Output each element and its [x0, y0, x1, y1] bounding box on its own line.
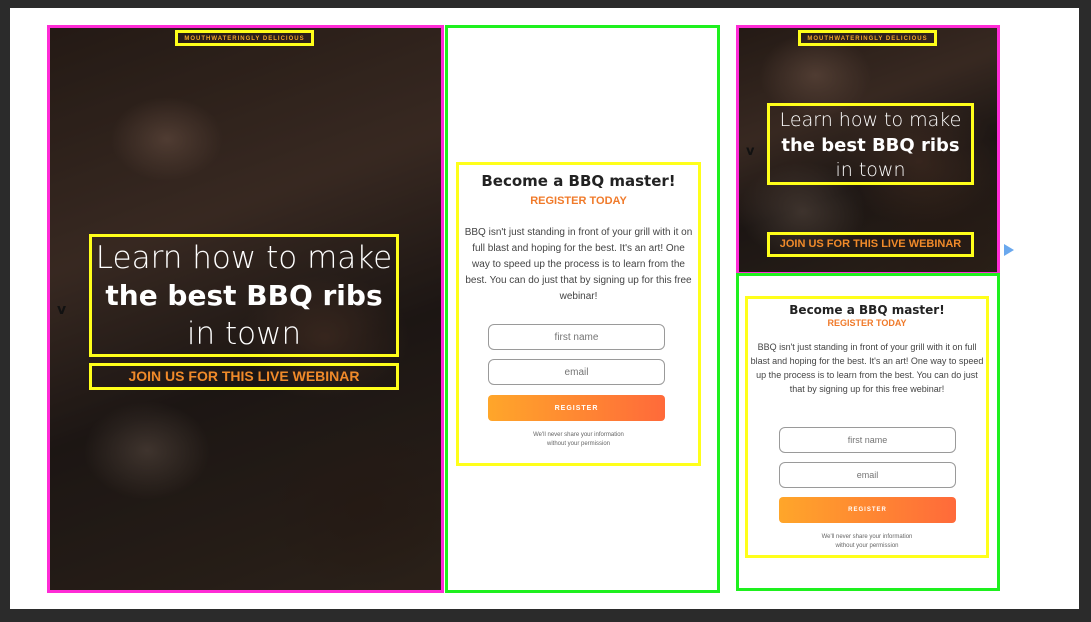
form-mobile-card[interactable]: Become a BBQ master! REGISTER TODAY BBQ … — [745, 296, 989, 558]
privacy-note-mobile-line2: without your permission — [835, 543, 899, 549]
hero-mobile-headline-line2: the best BBQ ribs — [781, 135, 960, 156]
form-mobile-title: Become a BBQ master! — [789, 303, 945, 317]
email-input-mobile[interactable] — [779, 462, 956, 488]
email-input[interactable] — [488, 359, 665, 385]
hero-mobile-cta-text: JOIN US FOR THIS LIVE WEBINAR — [779, 238, 962, 250]
hero-mobile-headline-line1: Learn how to make — [779, 109, 962, 131]
form-desktop-card[interactable]: Become a BBQ master! REGISTER TODAY BBQ … — [456, 162, 701, 466]
hero-eyebrow-text: MOUTHWATERINGLY DELICIOUS — [184, 36, 305, 42]
privacy-note-mobile-line1: We'll never share your information — [821, 534, 913, 540]
hero-mobile-cta[interactable]: JOIN US FOR THIS LIVE WEBINAR — [767, 232, 974, 257]
cursor-arrow-icon — [1004, 244, 1014, 256]
privacy-note-line2: without your permission — [546, 441, 611, 447]
register-button-mobile[interactable]: REGISTER — [779, 497, 956, 523]
resize-handle-right[interactable]: v — [746, 144, 754, 159]
hero-mobile-eyebrow[interactable]: MOUTHWATERINGLY DELICIOUS — [798, 30, 937, 46]
hero-eyebrow[interactable]: MOUTHWATERINGLY DELICIOUS — [175, 30, 314, 46]
form-body-text: BBQ isn't just standing in front of your… — [464, 227, 693, 302]
privacy-note-line1: We'll never share your information — [533, 432, 624, 438]
form-mobile-body-text: BBQ isn't just standing in front of your… — [750, 342, 984, 394]
hero-cta[interactable]: JOIN US FOR THIS LIVE WEBINAR — [89, 363, 399, 390]
hero-headline-line2: the best BBQ ribs — [105, 279, 383, 312]
hero-mobile-headline-line3: in town — [835, 159, 906, 181]
privacy-note: We'll never share your information witho… — [459, 431, 698, 449]
first-name-input[interactable] — [488, 324, 665, 350]
form-subtitle: REGISTER TODAY — [530, 195, 627, 207]
hero-mobile-eyebrow-text: MOUTHWATERINGLY DELICIOUS — [807, 36, 928, 42]
hero-headline-line1: Learn how to make — [95, 240, 393, 276]
privacy-note-mobile: We'll never share your information witho… — [748, 533, 986, 551]
editor-canvas: MOUTHWATERINGLY DELICIOUS Learn how to m… — [10, 8, 1079, 609]
form-title: Become a BBQ master! — [481, 172, 676, 190]
hero-headline-line3: in town — [186, 316, 302, 352]
first-name-input-mobile[interactable] — [779, 427, 956, 453]
register-button[interactable]: REGISTER — [488, 395, 665, 421]
hero-mobile-headline[interactable]: Learn how to make the best BBQ ribs in t… — [767, 103, 974, 185]
hero-cta-text: JOIN US FOR THIS LIVE WEBINAR — [128, 368, 360, 384]
resize-handle-left[interactable]: v — [57, 302, 66, 318]
hero-headline[interactable]: Learn how to make the best BBQ ribs in t… — [89, 234, 399, 357]
form-mobile-subtitle: REGISTER TODAY — [827, 318, 907, 328]
